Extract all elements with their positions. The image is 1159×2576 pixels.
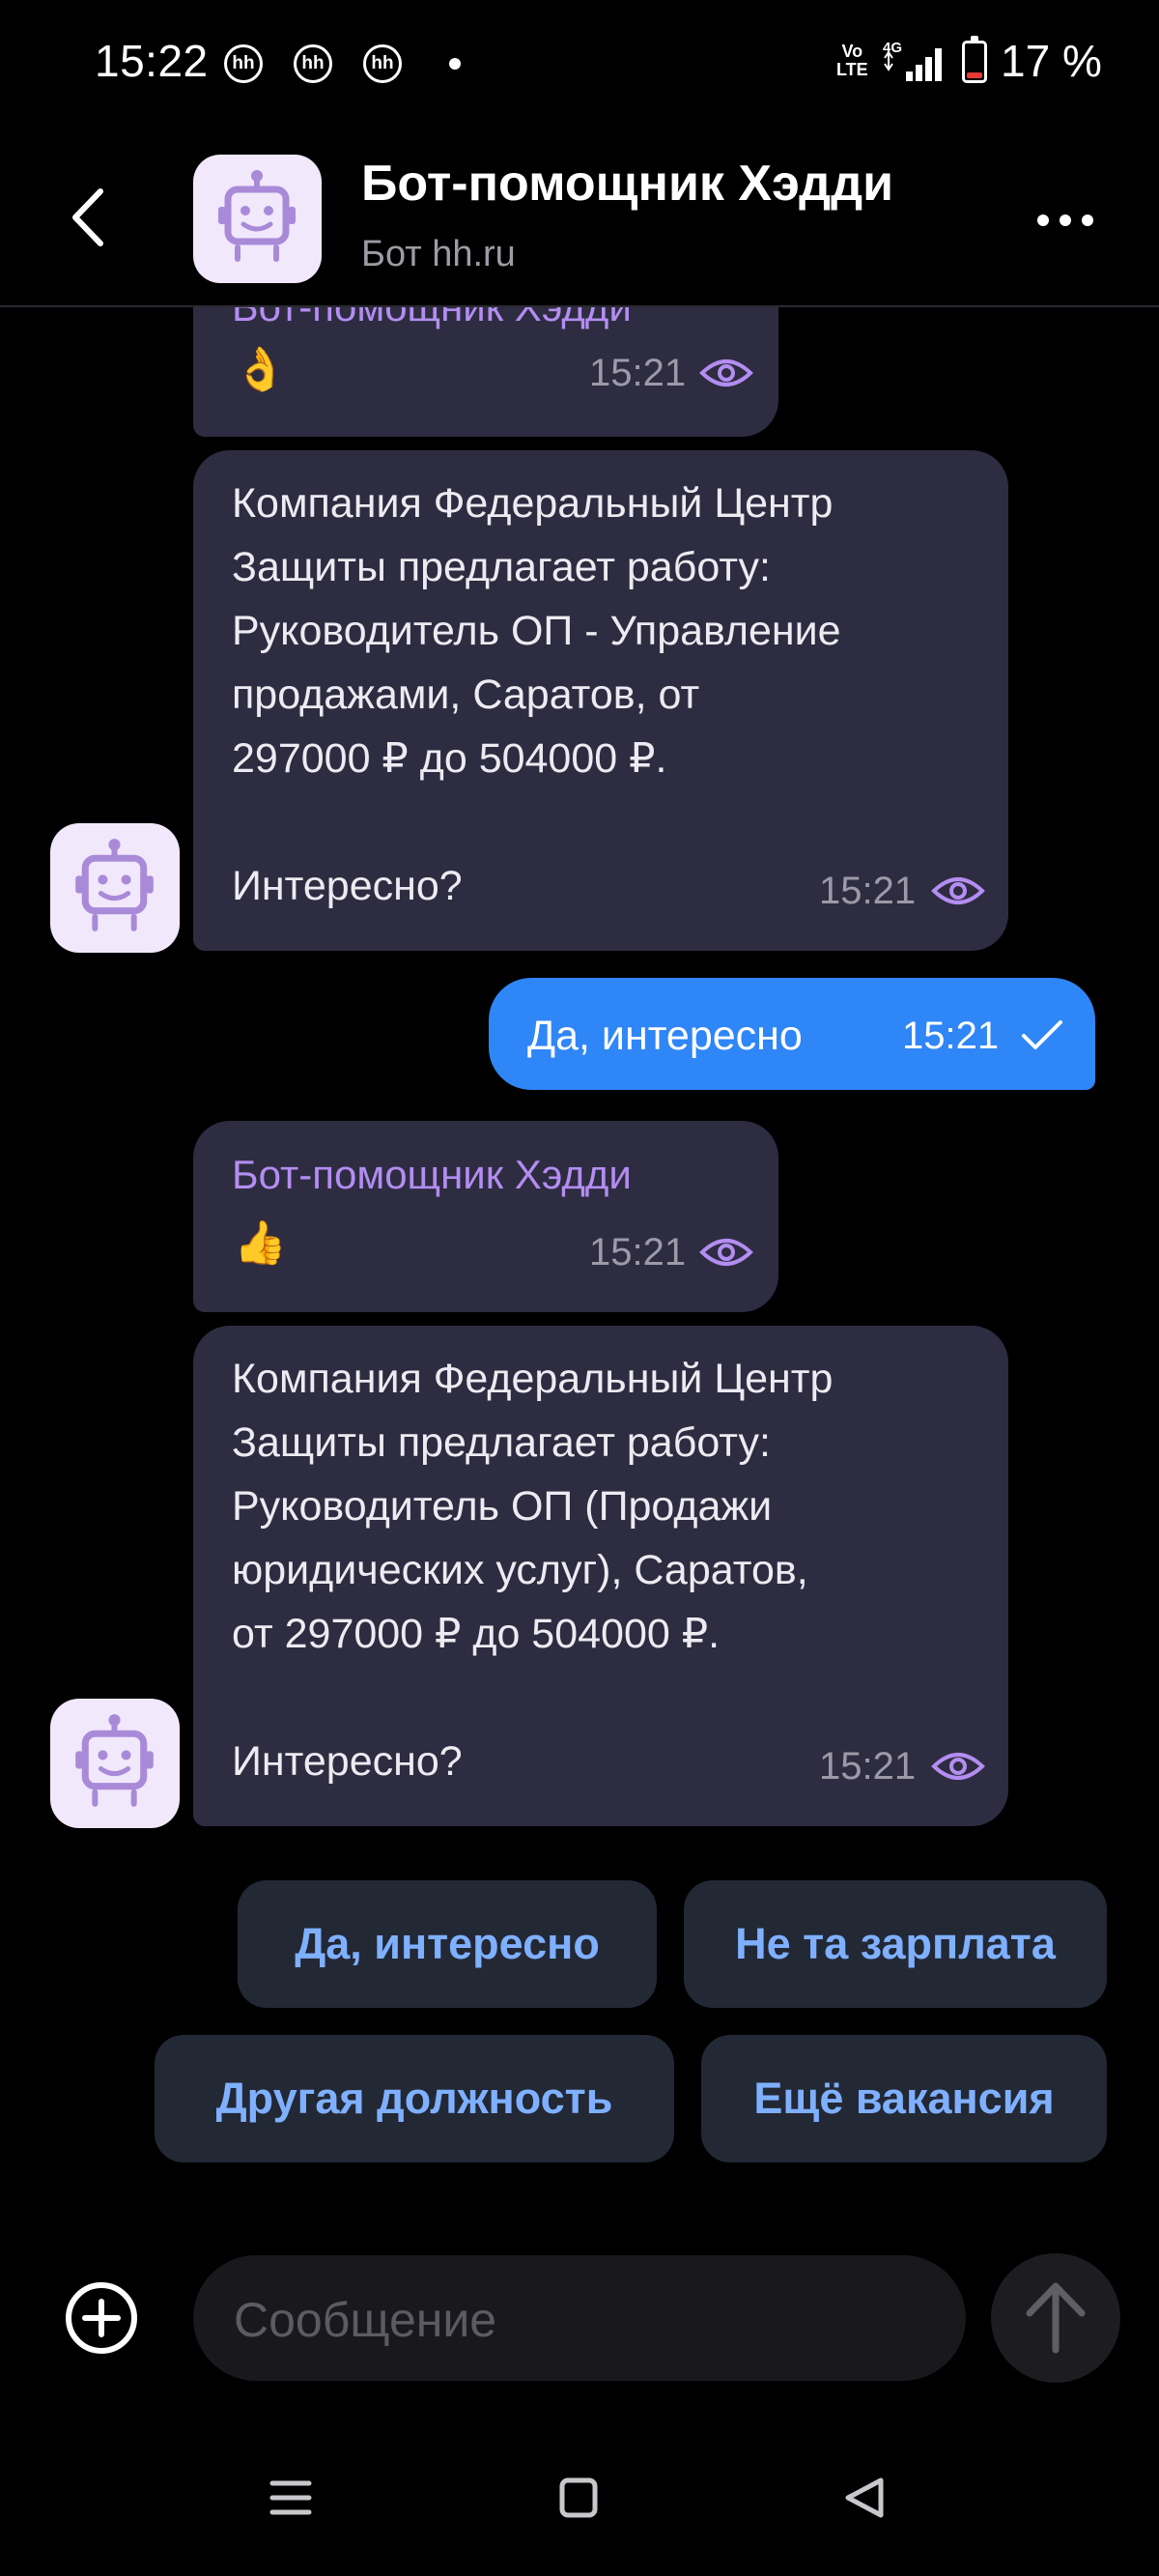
- quick-reply-another-vacancy[interactable]: Ещё вакансия: [701, 2035, 1107, 2162]
- ok-hand-emoji: 👌: [234, 346, 287, 393]
- incoming-message[interactable]: Бот-помощник Хэдди 👍 15:21: [193, 1121, 778, 1312]
- chat-title: Бот-помощник Хэдди: [361, 156, 894, 212]
- home-square-icon[interactable]: [558, 2476, 599, 2520]
- message-text: Да, интересно: [527, 1013, 803, 1059]
- incoming-message[interactable]: Компания Федеральный Центр Защиты предла…: [193, 450, 1008, 951]
- chevron-left-icon[interactable]: [60, 184, 118, 251]
- message-placeholder: Сообщение: [234, 2293, 497, 2347]
- robot-icon: [218, 170, 296, 262]
- message-time: 15:21: [819, 870, 917, 912]
- hh-notification-icon: hh: [224, 44, 263, 83]
- incoming-message[interactable]: Компания Федеральный Центр Защиты предла…: [193, 1326, 1008, 1826]
- check-icon: [1022, 1020, 1062, 1049]
- volte-indicator: Vo LTE: [836, 42, 868, 79]
- outgoing-message[interactable]: Да, интересно 15:21: [489, 978, 1095, 1090]
- sender-name: Бот-помощник Хэдди: [232, 1152, 632, 1197]
- hh-notification-icon: hh: [363, 44, 402, 83]
- network-type: 4G: [883, 40, 902, 56]
- chat-header: Бот-помощник Хэдди Бот hh.ru: [0, 126, 1159, 307]
- menu-icon[interactable]: [269, 2476, 313, 2520]
- send-button[interactable]: [991, 2253, 1120, 2383]
- bot-avatar[interactable]: [193, 155, 322, 283]
- status-bar: 15:22 hh hh hh Vo LTE 4G 17 %: [0, 0, 1159, 126]
- bot-avatar[interactable]: [50, 823, 180, 953]
- message-text: Компания Федеральный Центр Защиты предла…: [232, 1356, 834, 1785]
- message-time: 15:21: [589, 352, 687, 394]
- chat-subtitle: Бот hh.ru: [361, 234, 516, 274]
- arrow-up-icon: [1026, 2282, 1086, 2354]
- eye-icon: [699, 1239, 753, 1266]
- robot-icon: [75, 839, 154, 931]
- hh-notification-icon: hh: [294, 44, 332, 83]
- quick-reply-wrong-salary[interactable]: Не та зарплата: [684, 1880, 1107, 2008]
- message-text: Компания Федеральный Центр Защиты предла…: [232, 480, 841, 909]
- message-time: 15:21: [902, 1015, 1000, 1057]
- robot-icon: [75, 1714, 154, 1807]
- sender-name: Бот-помощник Хэдди: [232, 307, 632, 330]
- bot-avatar[interactable]: [50, 1699, 180, 1828]
- eye-icon: [931, 877, 985, 904]
- more-horizontal-icon[interactable]: [1032, 209, 1099, 232]
- message-list[interactable]: Бот-помощник Хэдди 👌 15:21 Компания Феде…: [0, 307, 1159, 2203]
- back-triangle-icon[interactable]: [842, 2476, 887, 2520]
- battery-percent: 17 %: [1001, 36, 1102, 86]
- incoming-message[interactable]: Бот-помощник Хэдди 👌 15:21: [193, 307, 778, 437]
- eye-icon: [699, 359, 753, 386]
- quick-reply-other-position[interactable]: Другая должность: [155, 2035, 674, 2162]
- signal-icon: 4G: [883, 40, 942, 81]
- thumbs-up-emoji: 👍: [234, 1219, 287, 1267]
- eye-icon: [931, 1753, 985, 1780]
- status-time: 15:22: [95, 36, 209, 86]
- message-time: 15:21: [589, 1231, 687, 1274]
- quick-reply-interested[interactable]: Да, интересно: [238, 1880, 657, 2008]
- message-input[interactable]: Сообщение: [193, 2255, 966, 2381]
- battery-icon: [962, 36, 987, 83]
- message-time: 15:21: [819, 1745, 917, 1788]
- plus-circle-icon[interactable]: [64, 2280, 139, 2356]
- more-notifications-dot: [449, 58, 461, 70]
